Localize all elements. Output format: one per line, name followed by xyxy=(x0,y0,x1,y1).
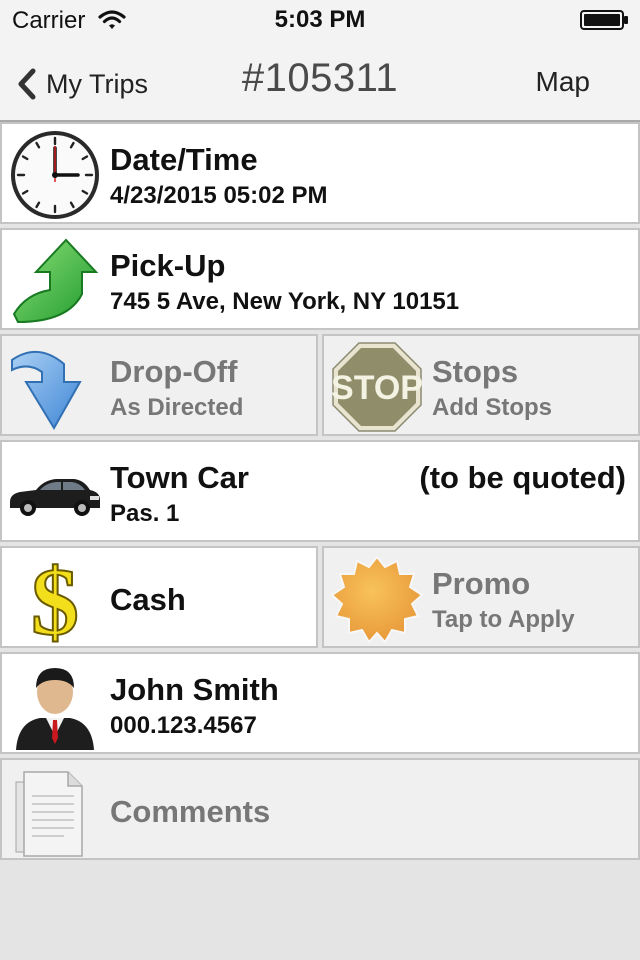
vehicle-row[interactable]: Town Car (to be quoted) Pas. 1 xyxy=(0,440,640,542)
comments-title: Comments xyxy=(110,794,271,829)
svg-text:$: $ xyxy=(31,552,79,646)
promo-value: Tap to Apply xyxy=(432,606,575,633)
stops-cell[interactable]: STOP Stops Add Stops xyxy=(322,334,640,436)
vehicle-title: Town Car xyxy=(110,460,249,495)
green-up-arrow-icon xyxy=(12,238,99,324)
pickup-row[interactable]: Pick-Up 745 5 Ave, New York, NY 10151 xyxy=(0,228,640,330)
trip-form: Date/Time 4/23/2015 05:02 PM Pick-Up 745… xyxy=(0,122,640,864)
dropoff-cell[interactable]: Drop-Off As Directed xyxy=(0,334,318,436)
stops-value: Add Stops xyxy=(432,394,552,421)
comments-row[interactable]: Comments xyxy=(0,758,640,860)
dropoff-value: As Directed xyxy=(110,394,244,421)
blue-down-arrow-icon xyxy=(11,351,82,430)
status-time: 5:03 PM xyxy=(274,6,366,33)
promo-badge-icon xyxy=(330,555,424,644)
passenger-phone: 000.123.4567 xyxy=(110,712,257,739)
stops-title: Stops xyxy=(432,354,519,389)
battery-icon xyxy=(580,10,628,30)
document-icon xyxy=(15,771,83,857)
stop-sign-icon: STOP xyxy=(331,342,423,432)
pickup-title: Pick-Up xyxy=(110,248,226,283)
dollar-sign-icon: $ xyxy=(30,552,80,646)
datetime-value: 4/23/2015 05:02 PM xyxy=(110,182,328,209)
town-car-icon xyxy=(10,479,100,516)
status-bar: Carrier 5:03 PM xyxy=(0,0,640,40)
promo-title: Promo xyxy=(432,566,531,601)
payment-cell[interactable]: $ Cash xyxy=(0,546,318,648)
passenger-row[interactable]: John Smith 000.123.4567 xyxy=(0,652,640,754)
clock-icon xyxy=(11,131,99,219)
payment-title: Cash xyxy=(110,582,186,617)
passenger-name: John Smith xyxy=(110,672,279,707)
datetime-row[interactable]: Date/Time 4/23/2015 05:02 PM xyxy=(0,122,640,224)
promo-cell[interactable]: Promo Tap to Apply xyxy=(322,546,640,648)
pickup-address: 745 5 Ave, New York, NY 10151 xyxy=(110,288,460,315)
stop-sign-text: STOP xyxy=(331,369,423,407)
vehicle-quote: (to be quoted) xyxy=(419,460,626,495)
vehicle-passengers: Pas. 1 xyxy=(110,500,180,527)
datetime-title: Date/Time xyxy=(110,142,258,177)
navigation-bar: My Trips #105311 Map xyxy=(0,40,640,122)
map-button[interactable]: Map xyxy=(536,66,590,98)
dropoff-title: Drop-Off xyxy=(110,354,238,389)
screen: Carrier 5:03 PM My Trips #105311 Map Dat… xyxy=(0,0,640,960)
person-avatar-icon xyxy=(16,668,94,750)
